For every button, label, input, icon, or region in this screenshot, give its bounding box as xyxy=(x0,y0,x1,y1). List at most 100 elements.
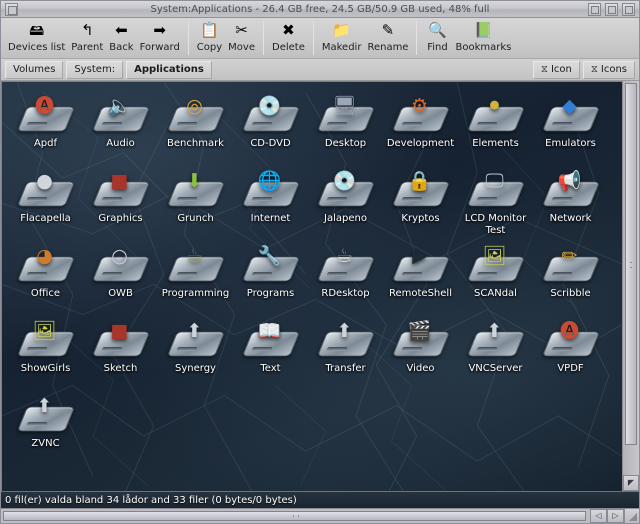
file-icon-item[interactable]: 🖼 SCANdal xyxy=(458,240,533,315)
toolbar-button-bookmarks[interactable]: 📗 Bookmarks xyxy=(452,20,514,54)
file-icon-label: Emulators xyxy=(545,138,596,149)
file-icon-item[interactable]: ⚫ Elements xyxy=(458,90,533,165)
file-icon-item[interactable]: ☕ RDesktop xyxy=(308,240,383,315)
toolbar-button-copy[interactable]: 📋 Copy xyxy=(194,20,225,54)
drawer-emblem-icon: 🅐 xyxy=(559,319,579,342)
horizontal-scrollbar[interactable]: ◁ ▷ xyxy=(1,508,639,523)
drawer-icon: 🔒 xyxy=(391,167,450,211)
drawer-slot xyxy=(100,347,123,351)
file-icon-area[interactable]: 🅐 Apdf 🔈 Audio ◎ Benchmark 💿 CD-DVD 🖥 Desktop ⚙ Dev… xyxy=(1,81,622,491)
window-close-button[interactable] xyxy=(5,2,18,16)
file-icon-item[interactable]: ⚙ Development xyxy=(383,90,458,165)
file-icon-item[interactable]: ⬆ Transfer xyxy=(308,315,383,390)
horizontal-scroll-thumb[interactable] xyxy=(3,511,587,521)
view-mode-button-1[interactable]: ⧖ Icons xyxy=(582,60,635,79)
file-icon-item[interactable]: ○ OWB xyxy=(83,240,158,315)
toolbar-button-move[interactable]: ✂ Move xyxy=(225,20,258,54)
view-mode-group: ⧖ Icon ⧖ Icons xyxy=(530,60,635,79)
vertical-scrollbar[interactable]: ◤ xyxy=(622,81,639,491)
breadcrumb-item-system-[interactable]: System: xyxy=(66,60,124,79)
file-icon-item[interactable]: 🖵 LCD Monitor Test xyxy=(458,165,533,240)
status-text: 0 fil(er) valda bland 34 lådor and 33 fi… xyxy=(5,494,297,506)
toolbar-button-devices-list[interactable]: 🖴 Devices list xyxy=(5,20,68,54)
toolbar-button-parent[interactable]: ↰ Parent xyxy=(68,20,106,54)
scroll-right-arrow-icon[interactable]: ▷ xyxy=(607,509,624,523)
drawer-icon: ⚫ xyxy=(466,92,525,136)
drawer-slot xyxy=(175,197,198,201)
breadcrumb-item-volumes[interactable]: Volumes xyxy=(5,60,64,79)
file-icon-label: Audio xyxy=(106,138,135,149)
vertical-scroll-thumb[interactable] xyxy=(625,83,637,446)
file-icon-item[interactable]: ⬇ Grunch xyxy=(158,165,233,240)
file-icon-item[interactable]: ⬆ Synergy xyxy=(158,315,233,390)
window-zoom-button[interactable] xyxy=(605,2,618,16)
drawer-slot xyxy=(325,122,348,126)
file-icon-item[interactable]: ⬆ ZVNC xyxy=(8,390,83,465)
file-icon-item[interactable]: 💿 Jalapeno xyxy=(308,165,383,240)
breadcrumb: Volumes System: Applications xyxy=(5,60,215,79)
file-icon-item[interactable]: ▶ RemoteShell xyxy=(383,240,458,315)
toolbar-button-label: Bookmarks xyxy=(455,42,512,53)
file-icon-item[interactable]: ■ Sketch xyxy=(83,315,158,390)
file-icon-item[interactable]: ✏ Scribble xyxy=(533,240,608,315)
toolbar-button-delete[interactable]: ✖ Delete xyxy=(269,20,308,54)
file-icon-label: Sketch xyxy=(103,363,138,374)
file-icon-item[interactable]: 📢 Network xyxy=(533,165,608,240)
window-depth-button[interactable] xyxy=(622,2,635,16)
file-icon-label: SCANdal xyxy=(474,288,517,299)
breadcrumb-item-applications[interactable]: Applications xyxy=(126,60,212,79)
toolbar-button-label: Move xyxy=(228,42,255,53)
file-icon-item[interactable]: 💿 CD-DVD xyxy=(233,90,308,165)
file-icon-label: Flacapella xyxy=(20,213,71,224)
toolbar-separator xyxy=(416,21,418,55)
window-resize-grip[interactable] xyxy=(624,509,639,523)
file-icon-item[interactable]: ● Flacapella xyxy=(8,165,83,240)
drawer-icon: 🖼 xyxy=(16,317,75,361)
drawer-slot xyxy=(325,347,348,351)
file-icon-item[interactable]: 🅐 Apdf xyxy=(8,90,83,165)
file-icon-item[interactable]: 🔈 Audio xyxy=(83,90,158,165)
toolbar-button-rename[interactable]: ✎ Rename xyxy=(364,20,411,54)
file-icon-label: CD-DVD xyxy=(250,138,291,149)
drawer-slot xyxy=(475,122,498,126)
window-titlebar[interactable]: System:Applications - 26.4 GB free, 24.5… xyxy=(1,1,639,18)
window-iconify-button[interactable] xyxy=(588,2,601,16)
file-icon-label: Programs xyxy=(246,288,295,299)
drawer-slot xyxy=(100,272,123,276)
file-icon-item[interactable]: ■ Graphics xyxy=(83,165,158,240)
move-icon: ✂ xyxy=(235,21,248,39)
file-icon-item[interactable]: ◕ Office xyxy=(8,240,83,315)
file-icon-item[interactable]: 🌐 Internet xyxy=(233,165,308,240)
file-icon-item[interactable]: 🎬 Video xyxy=(383,315,458,390)
drawer-slot xyxy=(250,122,273,126)
toolbar-button-label: Rename xyxy=(367,42,409,53)
toolbar-button-makedir[interactable]: 📁 Makedir xyxy=(319,20,365,54)
drawer-slot xyxy=(25,347,48,351)
toolbar-button-forward[interactable]: ➡ Forward xyxy=(137,20,183,54)
main-toolbar: 🖴 Devices list ↰ Parent ⬅ Back ➡ Forward 📋 Copy ✂ M… xyxy=(1,18,639,59)
view-mode-button-0[interactable]: ⧖ Icon xyxy=(532,60,580,79)
file-icon-item[interactable]: ☕ Programming xyxy=(158,240,233,315)
scroll-left-arrow-icon[interactable]: ◁ xyxy=(590,509,607,523)
toolbar-button-label: Parent xyxy=(71,42,104,53)
file-icon-item[interactable]: ◆ Emulators xyxy=(533,90,608,165)
vertical-scroll-track[interactable] xyxy=(623,81,639,475)
toolbar-button-label: Find xyxy=(427,42,448,53)
file-icon-item[interactable]: 📖 Text xyxy=(233,315,308,390)
file-icon-item[interactable]: ⬆ VNCServer xyxy=(458,315,533,390)
rename-pencil-icon: ✎ xyxy=(381,21,395,39)
toolbar-button-find[interactable]: 🔍 Find xyxy=(422,20,452,54)
file-icon-item[interactable]: 🔧 Programs xyxy=(233,240,308,315)
file-icon-item[interactable]: 🔒 Kryptos xyxy=(383,165,458,240)
file-icon-item[interactable]: 🅐 VPDF xyxy=(533,315,608,390)
file-icon-item[interactable]: ◎ Benchmark xyxy=(158,90,233,165)
file-icon-label: Office xyxy=(30,288,61,299)
file-icon-item[interactable]: 🖥 Desktop xyxy=(308,90,383,165)
file-icon-item[interactable]: 🖼 ShowGirls xyxy=(8,315,83,390)
horizontal-scroll-track[interactable] xyxy=(1,509,590,523)
toolbar-button-label: Makedir xyxy=(321,42,362,53)
toolbar-button-back[interactable]: ⬅ Back xyxy=(106,20,136,54)
drawer-icon: 💿 xyxy=(316,167,375,211)
scroll-resize-grip-icon[interactable]: ◤ xyxy=(623,475,639,491)
drawer-icon: ■ xyxy=(91,167,150,211)
